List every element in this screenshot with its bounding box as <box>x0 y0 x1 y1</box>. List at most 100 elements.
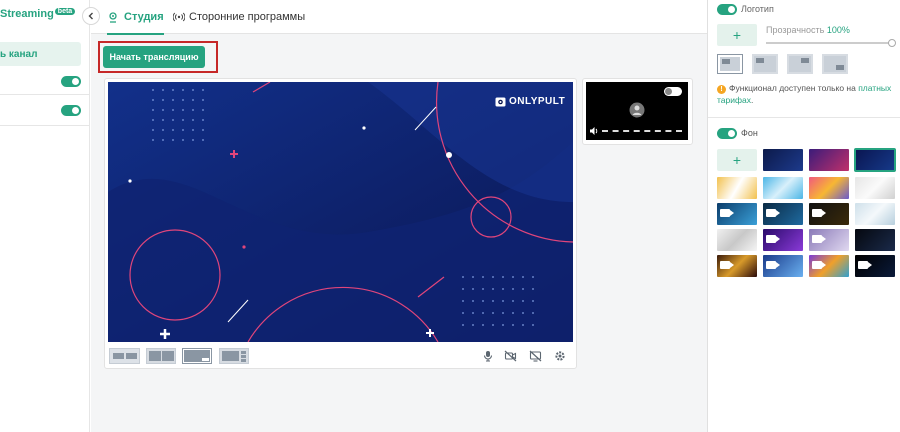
video-background-thumb[interactable] <box>763 255 803 277</box>
microphone-icon[interactable] <box>482 350 494 362</box>
position-marker <box>836 65 844 70</box>
tab-third-party-label: Сторонние программы <box>189 11 306 23</box>
volume-level-bar <box>602 130 682 132</box>
video-background-thumb[interactable] <box>809 203 849 225</box>
source-toggle-knob <box>665 88 672 95</box>
camera-off-icon[interactable] <box>504 350 517 362</box>
layout-cell <box>241 351 246 354</box>
video-background-thumb[interactable] <box>809 255 849 277</box>
logo-position-bottom-right[interactable] <box>822 54 848 74</box>
position-preview <box>824 56 846 72</box>
add-background-button[interactable]: + <box>717 149 757 171</box>
background-thumb[interactable] <box>763 177 803 199</box>
video-camera-icon <box>766 209 780 217</box>
video-camera-icon <box>720 209 734 217</box>
preview-canvas[interactable]: ONLYPULT <box>108 82 573 342</box>
video-camera-icon <box>812 209 826 217</box>
video-camera-icon <box>766 235 780 243</box>
main-area: Студия Сторонние программы Начать трансл… <box>91 0 707 432</box>
channel-toggle-2[interactable] <box>61 105 81 116</box>
warning-icon: ! <box>717 85 726 94</box>
opacity-slider-track[interactable] <box>766 42 892 44</box>
notice-text: Функционал доступен только на <box>729 83 856 93</box>
video-camera-icon <box>720 261 734 269</box>
notice-end: . <box>750 95 754 105</box>
opacity-label: Прозрачность 100% <box>766 25 850 35</box>
layout-grid-button[interactable] <box>219 348 249 364</box>
layout-cell <box>149 351 161 361</box>
tab-bar: Студия Сторонние программы <box>91 0 707 35</box>
start-broadcast-label: Начать трансляцию <box>109 52 199 62</box>
opacity-slider-thumb[interactable] <box>888 39 896 47</box>
volume-icon[interactable] <box>589 126 599 136</box>
chevron-left-icon <box>88 12 93 20</box>
video-background-thumb[interactable] <box>763 229 803 251</box>
layout-pip-button[interactable] <box>182 348 212 364</box>
background-thumb[interactable] <box>717 177 757 199</box>
collapse-sidebar-button[interactable] <box>82 7 100 25</box>
layout-cell <box>241 355 246 358</box>
beta-badge: beta <box>54 8 76 15</box>
position-marker <box>801 58 809 63</box>
active-tab-underline <box>107 33 164 35</box>
background-thumb[interactable] <box>717 229 757 251</box>
layout-cell <box>126 353 137 359</box>
camera-source-preview[interactable] <box>586 82 688 140</box>
video-background-thumb[interactable] <box>855 255 895 277</box>
logo-toggle[interactable] <box>717 4 737 15</box>
brand-title: Streaming beta <box>0 8 76 20</box>
video-background-thumb[interactable] <box>809 229 849 251</box>
layout-cell <box>241 359 246 362</box>
layout-cell <box>201 357 210 362</box>
channel-item[interactable]: ь канал <box>0 42 81 66</box>
tab-studio[interactable]: Студия <box>107 0 164 35</box>
video-background-thumb[interactable] <box>717 203 757 225</box>
start-broadcast-button[interactable]: Начать трансляцию <box>103 46 205 68</box>
onlypult-logo-text: ONLYPULT <box>509 96 566 107</box>
video-camera-icon <box>812 261 826 269</box>
background-thumb[interactable] <box>855 177 895 199</box>
add-logo-label: + <box>732 27 742 43</box>
divider <box>0 94 90 95</box>
radio-waves-icon <box>173 12 185 22</box>
position-preview <box>789 56 811 72</box>
add-logo-button[interactable]: + <box>717 24 757 46</box>
brand-text: Streaming <box>0 8 54 20</box>
background-thumb[interactable] <box>809 177 849 199</box>
background-section-label: Фон <box>741 128 758 138</box>
add-background-label: + <box>732 152 742 168</box>
screen-share-off-icon[interactable] <box>529 350 542 362</box>
paid-feature-notice: ! Функционал доступен только на платных т… <box>717 82 895 106</box>
logo-position-top-right[interactable] <box>752 54 778 74</box>
layout-cell <box>222 351 239 361</box>
layout-cell <box>113 353 124 359</box>
channel-item-label: ь канал <box>0 48 38 60</box>
tab-third-party[interactable]: Сторонние программы <box>173 0 305 34</box>
logo-section-label: Логотип <box>741 4 774 14</box>
source-toggle[interactable] <box>664 87 682 96</box>
layout-single-button[interactable] <box>109 348 140 364</box>
background-art <box>108 82 573 342</box>
gear-icon[interactable] <box>554 350 566 362</box>
opacity-label-text: Прозрачность <box>766 25 825 35</box>
position-marker <box>722 59 730 64</box>
channel-toggle-1[interactable] <box>61 76 81 87</box>
background-thumb[interactable] <box>809 149 849 171</box>
background-thumb[interactable] <box>855 229 895 251</box>
background-toggle[interactable] <box>717 128 737 139</box>
logo-position-bottom-left[interactable] <box>787 54 813 74</box>
background-thumb-selected[interactable] <box>854 148 896 172</box>
left-sidebar: Streaming beta ь канал <box>0 0 90 432</box>
background-thumb[interactable] <box>763 149 803 171</box>
opacity-value: 100% <box>826 25 850 35</box>
background-thumb[interactable] <box>855 203 895 225</box>
video-background-thumb[interactable] <box>717 255 757 277</box>
layout-split-button[interactable] <box>146 348 176 364</box>
tab-studio-label: Студия <box>124 11 164 23</box>
logo-position-top-left[interactable] <box>717 54 743 74</box>
right-settings-panel: Логотип + Прозрачность 100% ! Функционал … <box>707 0 900 432</box>
video-background-thumb[interactable] <box>763 203 803 225</box>
layout-cell <box>162 351 174 361</box>
video-camera-icon <box>812 235 826 243</box>
position-preview <box>720 57 740 71</box>
